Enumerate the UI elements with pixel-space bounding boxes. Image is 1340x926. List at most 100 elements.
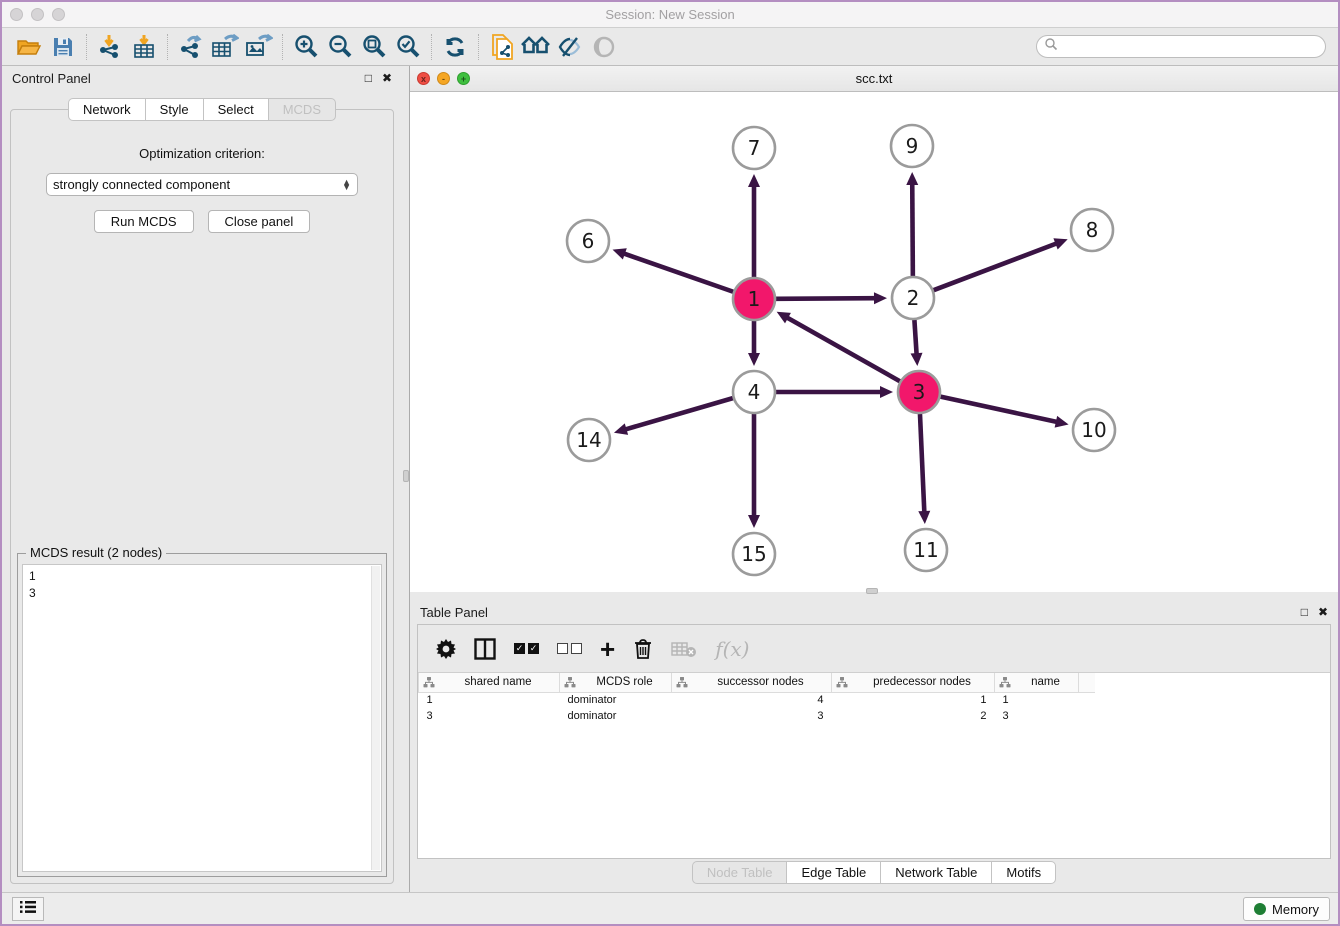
- edge-3-11[interactable]: [920, 414, 924, 513]
- table-panel-title: Table Panel: [420, 605, 488, 620]
- deselect-all-icon[interactable]: [557, 643, 582, 654]
- tab-style[interactable]: Style: [145, 98, 203, 121]
- network-canvas[interactable]: 7968124314101511: [410, 92, 1338, 592]
- node-label: 1: [748, 287, 761, 311]
- close-panel-icon[interactable]: ✖: [1318, 605, 1328, 619]
- mcds-result-group: MCDS result (2 nodes) 13: [17, 553, 387, 877]
- edge-1-2[interactable]: [776, 298, 876, 299]
- edge-3-1[interactable]: [786, 317, 900, 381]
- node-label: 15: [741, 542, 766, 566]
- delete-table-icon-disabled: [671, 640, 697, 658]
- edge-2-9[interactable]: [912, 183, 913, 276]
- column-header-predecessor-nodes[interactable]: predecessor nodes: [832, 673, 995, 692]
- zoom-out-icon[interactable]: [323, 32, 357, 62]
- open-folder-icon[interactable]: [12, 32, 46, 62]
- add-row-icon[interactable]: +: [600, 639, 615, 659]
- splitter-handle-icon[interactable]: [403, 470, 409, 482]
- select-all-icon[interactable]: ✓✓: [514, 643, 539, 654]
- clone-network-icon[interactable]: [485, 32, 519, 62]
- result-line: 3: [29, 585, 375, 602]
- hierarchy-icon: [564, 677, 576, 688]
- result-scrollbar[interactable]: [371, 566, 380, 870]
- memory-button[interactable]: Memory: [1243, 897, 1330, 921]
- home-icon[interactable]: [519, 32, 553, 62]
- edge-4-14[interactable]: [625, 398, 733, 430]
- edge-2-3[interactable]: [914, 320, 916, 355]
- node-table-container: ✓✓ + f(x) shared nameMCDS rolesuccessor …: [417, 624, 1331, 859]
- node-table[interactable]: shared nameMCDS rolesuccessor nodesprede…: [418, 673, 1095, 724]
- tab-motifs[interactable]: Motifs: [991, 861, 1056, 884]
- main-toolbar: [2, 28, 1338, 66]
- node-label: 7: [748, 136, 761, 160]
- edge-3-10[interactable]: [940, 397, 1057, 422]
- tab-edge-table[interactable]: Edge Table: [786, 861, 880, 884]
- network-graph[interactable]: 7968124314101511: [410, 92, 1340, 592]
- network-view-window: x - + scc.txt 7968124314101511: [410, 66, 1338, 592]
- tab-network-table[interactable]: Network Table: [880, 861, 991, 884]
- status-bar: Memory: [2, 892, 1338, 924]
- node-label: 2: [907, 286, 920, 310]
- window-title: Session: New Session: [2, 7, 1338, 22]
- tab-select[interactable]: Select: [203, 98, 268, 121]
- network-maximize-icon[interactable]: +: [457, 72, 470, 85]
- column-selector-icon[interactable]: [474, 638, 496, 660]
- optimization-criterion-label: Optimization criterion:: [11, 146, 393, 161]
- hide-icon[interactable]: [553, 32, 587, 62]
- criterion-dropdown[interactable]: strongly connected component ▲▼: [46, 173, 358, 196]
- zoom-selected-icon[interactable]: [391, 32, 425, 62]
- table-row[interactable]: 3dominator323: [419, 708, 1095, 724]
- import-network-icon[interactable]: [93, 32, 127, 62]
- close-panel-icon[interactable]: ✖: [382, 71, 392, 85]
- node-label: 8: [1086, 218, 1099, 242]
- column-header-shared-name[interactable]: shared name: [419, 673, 560, 692]
- table-settings-gear-icon[interactable]: [436, 639, 456, 659]
- node-label: 6: [582, 229, 595, 253]
- horizontal-splitter[interactable]: [410, 592, 1338, 600]
- zoom-in-icon[interactable]: [289, 32, 323, 62]
- tab-network[interactable]: Network: [68, 98, 145, 121]
- close-panel-button[interactable]: Close panel: [208, 210, 311, 233]
- export-network-icon[interactable]: [174, 32, 208, 62]
- task-history-button[interactable]: [12, 897, 44, 921]
- export-image-icon[interactable]: [242, 32, 276, 62]
- run-mcds-button[interactable]: Run MCDS: [94, 210, 194, 233]
- table-panel-tabs: Node TableEdge TableNetwork TableMotifs: [410, 861, 1338, 884]
- zoom-fit-icon[interactable]: [357, 32, 391, 62]
- node-label: 10: [1081, 418, 1106, 442]
- delete-trash-icon[interactable]: [633, 638, 653, 660]
- hierarchy-icon: [423, 677, 435, 688]
- export-table-icon[interactable]: [208, 32, 242, 62]
- tab-mcds[interactable]: MCDS: [268, 98, 336, 121]
- arrowhead-icon: [614, 423, 628, 435]
- table-row[interactable]: 1dominator411: [419, 692, 1095, 708]
- refresh-icon[interactable]: [438, 32, 472, 62]
- import-table-icon[interactable]: [127, 32, 161, 62]
- edge-1-6[interactable]: [623, 253, 733, 292]
- panel-splitter[interactable]: [402, 66, 410, 892]
- float-panel-icon[interactable]: □: [1301, 605, 1308, 619]
- column-header-MCDS-role[interactable]: MCDS role: [560, 673, 672, 692]
- result-line: 1: [29, 568, 375, 585]
- save-icon[interactable]: [46, 32, 80, 62]
- network-minimize-icon[interactable]: -: [437, 72, 450, 85]
- function-builder-icon: f(x): [715, 637, 749, 661]
- column-header-name[interactable]: name: [995, 673, 1079, 692]
- column-header-successor-nodes[interactable]: successor nodes: [672, 673, 832, 692]
- network-window-titlebar: x - + scc.txt: [410, 66, 1338, 92]
- control-panel: Control Panel □ ✖ NetworkStyleSelectMCDS…: [2, 66, 402, 892]
- edge-2-8[interactable]: [934, 243, 1058, 290]
- mcds-result-list[interactable]: 13: [22, 564, 382, 872]
- criterion-value: strongly connected component: [53, 177, 342, 192]
- arrowhead-icon: [918, 511, 930, 524]
- search-input[interactable]: [1036, 35, 1326, 58]
- mcds-result-title: MCDS result (2 nodes): [26, 545, 166, 560]
- network-close-icon[interactable]: x: [417, 72, 430, 85]
- network-window-title: scc.txt: [410, 66, 1338, 86]
- arrowhead-icon: [1055, 416, 1069, 428]
- memory-label: Memory: [1272, 902, 1319, 917]
- arrowhead-icon: [880, 386, 893, 398]
- splitter-handle-icon[interactable]: [866, 588, 878, 594]
- float-panel-icon[interactable]: □: [365, 71, 372, 85]
- tab-node-table[interactable]: Node Table: [692, 861, 787, 884]
- arrowhead-icon: [1053, 238, 1067, 249]
